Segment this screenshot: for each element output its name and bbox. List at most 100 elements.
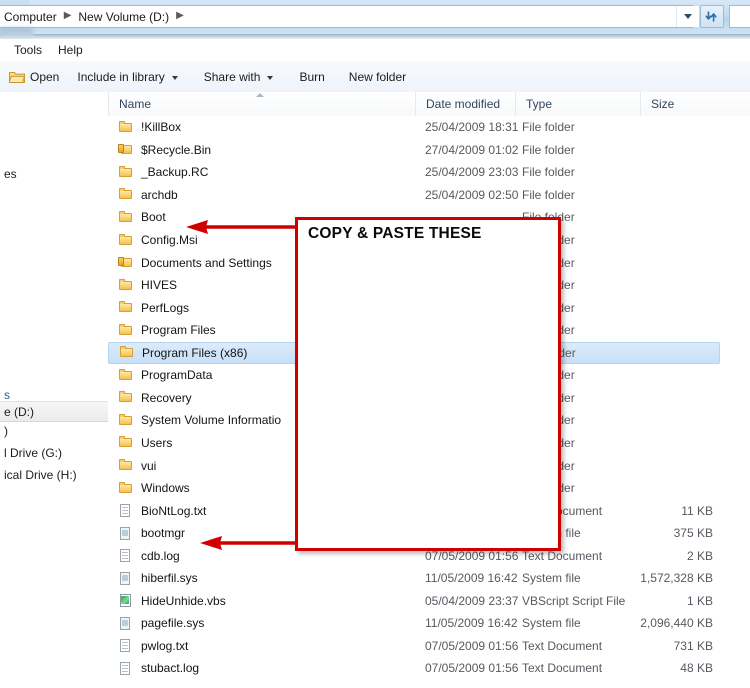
column-header-label: Date modified bbox=[426, 97, 501, 111]
file-name-label: ProgramData bbox=[141, 368, 213, 383]
refresh-button[interactable] bbox=[700, 5, 724, 28]
file-name-label: Recovery bbox=[141, 390, 192, 405]
file-type-cell: File folder bbox=[522, 165, 575, 180]
address-history-dropdown-button[interactable] bbox=[676, 6, 699, 27]
file-row[interactable]: !KillBox 25/04/2009 18:31 File folder bbox=[108, 116, 750, 139]
file-name-label: Documents and Settings bbox=[141, 255, 272, 270]
file-name-label: _Backup.RC bbox=[141, 165, 209, 180]
breadcrumb-separator-icon[interactable]: ▶ bbox=[58, 10, 78, 21]
nav-item[interactable]: e (D:) bbox=[0, 401, 108, 422]
file-date-cell: 25/04/2009 02:50 bbox=[425, 187, 519, 202]
folder-icon bbox=[118, 481, 134, 496]
file-name-cell: Documents and Settings bbox=[118, 255, 272, 270]
file-type-cell: System file bbox=[522, 571, 581, 586]
chevron-down-icon bbox=[684, 14, 692, 19]
menu-item-help[interactable]: Help bbox=[50, 41, 91, 59]
file-row[interactable]: _Backup.RC 25/04/2009 23:03 File folder bbox=[108, 161, 750, 184]
file-name-label: BioNtLog.txt bbox=[141, 503, 207, 518]
folder-icon bbox=[118, 368, 134, 383]
file-name-cell: PerfLogs bbox=[118, 300, 189, 315]
nav-item-label: s bbox=[4, 387, 10, 402]
folder-icon bbox=[119, 345, 135, 360]
file-row[interactable]: pwlog.txt 07/05/2009 01:56 Text Document 73… bbox=[108, 635, 750, 658]
nav-item[interactable]: ) bbox=[0, 421, 108, 440]
file-name-label: archdb bbox=[141, 187, 178, 202]
column-header-name[interactable]: Name bbox=[108, 92, 408, 116]
column-header-label: Type bbox=[526, 97, 553, 111]
file-row[interactable]: pagefile.sys 11/05/2009 16:42 System file 2… bbox=[108, 612, 750, 635]
file-size-cell: 48 KB bbox=[680, 661, 713, 676]
breadcrumb-new-volume[interactable]: New Volume (D:) bbox=[77, 10, 170, 24]
file-type-cell: Text Document bbox=[522, 638, 603, 653]
include-in-library-button[interactable]: Include in library bbox=[68, 66, 186, 88]
breadcrumb-computer[interactable]: Computer bbox=[3, 10, 58, 24]
system-file-icon bbox=[118, 571, 134, 586]
folder-open-icon bbox=[8, 70, 26, 84]
vbscript-icon bbox=[118, 593, 134, 608]
file-name-cell: hiberfil.sys bbox=[118, 571, 198, 586]
file-size-cell: 375 KB bbox=[673, 526, 713, 541]
open-button[interactable]: Open bbox=[0, 66, 68, 88]
file-name-label: System Volume Informatio bbox=[141, 413, 282, 428]
folder-icon bbox=[118, 165, 134, 180]
file-name-label: pagefile.sys bbox=[141, 616, 205, 631]
file-size-cell: 1,572,328 KB bbox=[640, 571, 713, 586]
file-type-cell: File folder bbox=[522, 187, 575, 202]
folder-icon bbox=[118, 435, 134, 450]
refresh-icon bbox=[705, 11, 717, 22]
file-name-cell: pwlog.txt bbox=[118, 638, 188, 653]
folder-icon bbox=[118, 323, 134, 338]
locked-folder-icon bbox=[118, 255, 134, 270]
file-name-label: HIVES bbox=[141, 278, 178, 293]
share-with-button[interactable]: Share with bbox=[195, 66, 283, 88]
file-date-cell: 25/04/2009 18:31 bbox=[425, 120, 519, 135]
column-header-size[interactable]: Size bbox=[640, 92, 730, 116]
file-name-cell: cdb.log bbox=[118, 548, 180, 563]
file-name-label: Boot bbox=[141, 210, 166, 225]
column-header-date-modified[interactable]: Date modified bbox=[415, 92, 515, 116]
file-name-cell: Program Files bbox=[118, 323, 216, 338]
folder-icon bbox=[118, 278, 134, 293]
annotation-callout-text: COPY & PASTE THESE bbox=[308, 225, 482, 242]
folder-icon bbox=[118, 120, 134, 135]
file-name-cell: _Backup.RC bbox=[118, 165, 208, 180]
nav-item[interactable]: ical Drive (H:) bbox=[0, 465, 108, 484]
nav-item[interactable]: es bbox=[0, 164, 108, 183]
column-header-type[interactable]: Type bbox=[515, 92, 640, 116]
file-type-cell: File folder bbox=[522, 120, 575, 135]
file-name-label: Program Files bbox=[141, 323, 216, 338]
burn-button[interactable]: Burn bbox=[290, 66, 333, 88]
address-breadcrumb-field[interactable]: Computer ▶ New Volume (D:) ▶ bbox=[0, 5, 694, 28]
file-name-cell: Users bbox=[118, 435, 172, 450]
column-header-label: Size bbox=[651, 97, 675, 111]
file-name-cell: Windows bbox=[118, 481, 190, 496]
new-folder-button[interactable]: New folder bbox=[340, 66, 415, 88]
chevron-down-icon bbox=[171, 75, 178, 80]
file-row[interactable]: stubact.log 07/05/2009 01:56 Text Document… bbox=[108, 657, 750, 680]
nav-item-label: es bbox=[4, 166, 17, 181]
breadcrumb-separator-icon-2[interactable]: ▶ bbox=[170, 10, 190, 21]
file-row[interactable]: $Recycle.Bin 27/04/2009 01:02 File folder bbox=[108, 139, 750, 162]
file-row[interactable]: HideUnhide.vbs 05/04/2009 23:37 VBScript S… bbox=[108, 590, 750, 613]
file-date-cell: 27/04/2009 01:02 bbox=[425, 142, 519, 157]
share-with-label: Share with bbox=[203, 69, 261, 84]
explorer-window: Computer ▶ New Volume (D:) ▶ Tools Help bbox=[0, 0, 750, 688]
file-row[interactable]: hiberfil.sys 11/05/2009 16:42 System file 1… bbox=[108, 567, 750, 590]
file-name-cell: pagefile.sys bbox=[118, 616, 204, 631]
nav-item-label: ical Drive (H:) bbox=[4, 467, 77, 482]
open-button-label: Open bbox=[30, 69, 60, 84]
navigation-pane: es s e (D:)) l Drive (G:) ical Drive (H:) bbox=[0, 92, 109, 688]
search-box[interactable] bbox=[729, 5, 750, 28]
file-type-cell: File folder bbox=[522, 142, 575, 157]
folder-icon bbox=[118, 233, 134, 248]
file-name-cell: vui bbox=[118, 458, 156, 473]
file-date-cell: 05/04/2009 23:37 bbox=[425, 593, 519, 608]
column-header-label: Name bbox=[119, 97, 152, 111]
file-size-cell: 2,096,440 KB bbox=[640, 616, 713, 631]
nav-item[interactable]: l Drive (G:) bbox=[0, 443, 108, 462]
menu-item-tools[interactable]: Tools bbox=[6, 41, 50, 59]
file-row[interactable]: archdb 25/04/2009 02:50 File folder bbox=[108, 184, 750, 207]
file-name-label: !KillBox bbox=[141, 120, 182, 135]
file-date-cell: 11/05/2009 16:42 bbox=[425, 616, 518, 631]
file-name-label: hiberfil.sys bbox=[141, 571, 198, 586]
